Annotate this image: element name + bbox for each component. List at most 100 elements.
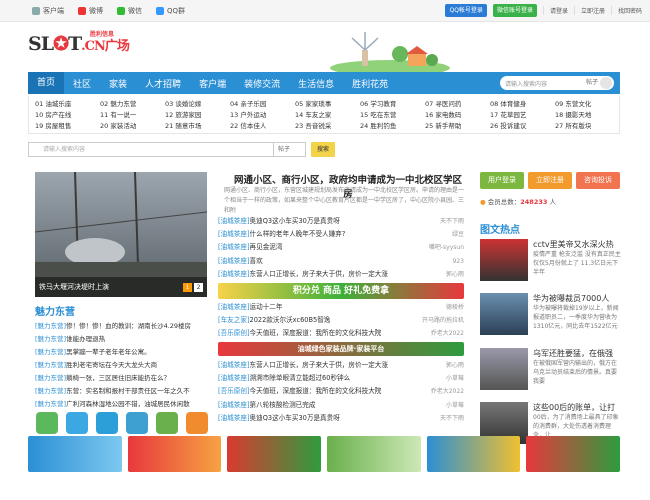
wechat-icon <box>117 7 125 15</box>
pic-item-2[interactable]: 华为被曝裁员7000人 华为被曝将裁掉19岁以上，新闻报道职员二，一季度华为营收为… <box>533 293 621 331</box>
category-link[interactable]: 11 有一说一 <box>100 110 166 121</box>
category-link[interactable]: 20 家装活动 <box>100 121 166 132</box>
news-row[interactable]: [油城茶座] 再见金泥湾 嘴吧-syysun <box>218 241 464 254</box>
mieli-row[interactable]: [魅力东营]胜利老宅寄坛在今天大龙头大商 <box>35 359 209 372</box>
category-link[interactable]: 18 摄影天地 <box>555 110 621 121</box>
category-link[interactable]: 02 魅力东营 <box>100 99 166 110</box>
register-button[interactable]: 立即注册 <box>528 172 572 189</box>
news-row[interactable]: [油城茶座] 第八轮核酸检测已完成 小草莓 <box>218 399 464 412</box>
search-scope-select[interactable]: 帖子 <box>274 142 306 157</box>
category-link[interactable]: 24 胜利钓鱼 <box>360 121 426 132</box>
search-button[interactable]: 搜索 <box>311 142 335 157</box>
logo-cn: .CN <box>81 39 106 54</box>
nav-community[interactable]: 社区 <box>64 77 100 90</box>
slider-page-1[interactable]: 1 <box>183 283 192 292</box>
category-link[interactable]: 21 随意市场 <box>165 121 231 132</box>
category-link[interactable]: 12 旅游家园 <box>165 110 231 121</box>
nav-life[interactable]: 生活信息 <box>289 77 343 90</box>
pic-thumb-3[interactable] <box>480 348 528 390</box>
ad-talent[interactable] <box>28 436 122 472</box>
category-link[interactable]: 10 房产在线 <box>35 110 101 121</box>
pic-thumb-1[interactable] <box>480 239 528 281</box>
search-icon[interactable] <box>600 77 612 89</box>
ad-decor-banner[interactable]: 油城绿色家装品牌·家装平台 <box>218 342 464 356</box>
pic-item-3[interactable]: 乌军还胜要猛，在俄强 在被俄国军营内输出的，俄方在乌克兰动员结束后的情景。真要我要 <box>533 348 621 386</box>
nav-decor-talk[interactable]: 装修交流 <box>235 77 289 90</box>
mieli-row[interactable]: [魅力东营]惨！惨！惨！血的教训：湖南长沙4.29楼房 <box>35 320 209 333</box>
pic-item-1[interactable]: cctv里美帝又水深火热 疫情严重 枪支泛滥 没有真正民主 仅仅5月份就上了 11… <box>533 239 621 277</box>
news-row[interactable]: [油城茶座] 运动十二年 德棱桥 <box>218 301 464 314</box>
pic-item-4[interactable]: 这些00后的账单，让打00后，为了消费场上最具了印象的消费群，大处伤透着消费理念… <box>533 402 621 440</box>
category-link[interactable]: 17 花草园艺 <box>490 110 556 121</box>
category-link[interactable]: 16 家电数码 <box>425 110 491 121</box>
ad-decor[interactable] <box>227 436 322 472</box>
section-title-pic: 图文热点 <box>480 225 520 236</box>
nav-home[interactable]: 首页 <box>28 72 65 94</box>
consult-button[interactable]: 咨询投诉 <box>576 172 620 189</box>
category-link[interactable]: 19 房屋租售 <box>35 121 101 132</box>
category-link[interactable]: 25 新手帮助 <box>425 121 491 132</box>
pic-thumb-2[interactable] <box>480 293 528 335</box>
forgot-password-link[interactable]: 找回密码 <box>610 6 642 15</box>
category-link[interactable]: 14 车友之家 <box>295 110 361 121</box>
register-link[interactable]: 立即注册 <box>573 6 605 15</box>
login-link[interactable]: 请登录 <box>542 6 568 15</box>
category-link[interactable]: 01 油城乐座 <box>35 99 101 110</box>
site-logo[interactable]: SL✪T.CN广场 胜利信息 <box>28 31 130 55</box>
slider-page-2[interactable]: 2 <box>194 283 203 292</box>
category-link[interactable]: 26 投诉建议 <box>490 121 556 132</box>
category-link[interactable]: 06 学习教育 <box>360 99 426 110</box>
category-link[interactable]: 07 寻医问药 <box>425 99 491 110</box>
nav-decor[interactable]: 家装 <box>100 77 136 90</box>
members-count: ● 会员总数：248233 人 <box>480 198 556 206</box>
ad-tree-hole[interactable] <box>327 436 421 472</box>
category-link[interactable]: 03 谈婚论嫁 <box>165 99 231 110</box>
mieli-row[interactable]: [魅力东营]东营：实名制和报村干部责任区一年之久不 <box>35 385 209 398</box>
news-row[interactable]: [油城茶座] 奥迪Q3这小车买30万是真贵呀 天不下雨 <box>218 412 464 425</box>
phone-icon <box>32 7 40 15</box>
category-link[interactable]: 27 所有版块 <box>555 121 621 132</box>
qq-group-link[interactable]: QQ群 <box>156 6 185 16</box>
category-link[interactable]: 08 体育健身 <box>490 99 556 110</box>
nav-jobs[interactable]: 人才招聘 <box>136 77 190 90</box>
image-slider[interactable]: 铁马大堰河决堤时上演 1 2 <box>35 172 207 297</box>
nav-client[interactable]: 客户端 <box>190 77 235 90</box>
search-input[interactable]: 请输入搜索内容 <box>28 142 274 157</box>
mieli-row[interactable]: [魅力东营]躺椅一张，三区居住旧床能扔在么？ <box>35 372 209 385</box>
mieli-row[interactable]: [魅力东营]黑掌蹦一辈子老年老年公寓。 <box>35 346 209 359</box>
news-row[interactable]: [吾乐原创] 今天值班，深度报道：我所在的文化科技大院 乔老大2022 <box>218 385 464 398</box>
news-row[interactable]: [油城茶座] 东营人口正增长，房子来大于供，房价一定大涨 郭心雨 <box>218 268 464 281</box>
news-list-2: [油城茶座] 运动十二年 德棱桥 [车友之家] 2022款沃尔沃xc60B5智逸 开马路的… <box>218 301 464 341</box>
nav-garden[interactable]: 胜利花苑 <box>343 77 397 90</box>
mieli-row[interactable]: [魅力东营]谁能办理退热 <box>35 333 209 346</box>
bottom-ads <box>28 436 621 472</box>
nav-search-input[interactable]: 请输入搜索内容 帖子 <box>500 76 614 90</box>
wechat-link[interactable]: 微信 <box>117 6 142 16</box>
category-link[interactable]: 23 吾音锐采 <box>295 121 361 132</box>
ad-find-people[interactable] <box>426 436 521 472</box>
category-link[interactable]: 04 亲子乐园 <box>230 99 296 110</box>
news-row[interactable]: [油城茶座] 东营人口正增长，房子来大于供，房价一定大涨 郭心雨 <box>218 359 464 372</box>
wechat-login-button[interactable]: 微信账号登录 <box>492 4 537 17</box>
news-row[interactable]: [油城茶座] 什么样的老年人晚年不受人嫌弃? 绿豆 <box>218 228 464 241</box>
news-row[interactable]: [油城茶座] 溯溯市除单眼清立能超过60秒钟么 小草莓 <box>218 372 464 385</box>
news-row[interactable]: [油城茶座] 喜欢 923 <box>218 255 464 268</box>
client-link[interactable]: 客户端 <box>32 6 64 16</box>
category-link[interactable]: 09 东营文化 <box>555 99 621 110</box>
qq-login-button[interactable]: QQ帐号登录 <box>445 4 487 17</box>
category-link[interactable]: 05 家家琐事 <box>295 99 361 110</box>
category-link[interactable]: 15 吃在东营 <box>360 110 426 121</box>
ad-decor-2[interactable] <box>526 436 621 472</box>
mieli-row[interactable]: [魅力东营]广利河森林湿地公园不错，油城居民休闲散 <box>35 398 209 411</box>
user-login-button[interactable]: 用户登录 <box>480 172 524 189</box>
logo-subtitle: 胜利信息 <box>90 31 115 38</box>
weibo-link[interactable]: 微博 <box>78 6 103 16</box>
nav-search-scope[interactable]: 帖子 <box>586 77 598 86</box>
category-link[interactable]: 22 信本佳人 <box>230 121 296 132</box>
category-link[interactable]: 13 户外运动 <box>230 110 296 121</box>
news-row[interactable]: [车友之家] 2022款沃尔沃xc60B5智逸 开马路的拖拉机 <box>218 314 464 327</box>
ad-points-banner[interactable]: 积分兑 商品 好礼免费拿 <box>218 283 464 299</box>
news-row[interactable]: [吾乐原创] 今天值班，深度报道：我所在的文化科技大院 乔老大2022 <box>218 327 464 340</box>
ad-cloud-mall[interactable] <box>127 436 222 472</box>
news-row[interactable]: [油城茶座] 奥迪Q3这小车买30万是真贵呀 天不下雨 <box>218 215 464 228</box>
